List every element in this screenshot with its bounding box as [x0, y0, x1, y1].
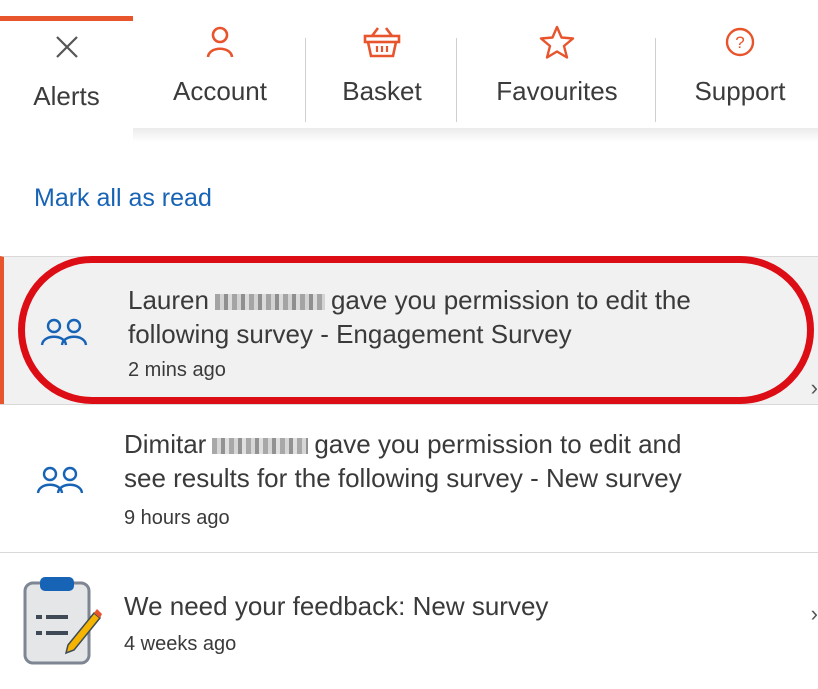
tab-account[interactable]: Account — [160, 16, 280, 134]
alert-message-line1: gave you permission to edit and — [314, 429, 682, 459]
alert-timestamp: 9 hours ago — [124, 507, 230, 529]
tab-divider — [456, 38, 457, 122]
tab-alerts[interactable]: Alerts — [0, 16, 133, 139]
users-icon — [40, 317, 90, 352]
tab-label: Alerts — [33, 81, 100, 111]
alert-timestamp: 2 mins ago — [128, 359, 226, 381]
tab-label: Account — [173, 76, 267, 106]
chevron-right-icon: › — [810, 601, 818, 626]
tab-label: Basket — [342, 76, 422, 106]
top-tab-bar: Alerts Account Basket Favourites ? Suppo… — [0, 0, 818, 142]
chevron-right-icon: › — [810, 375, 818, 400]
alert-message-line1: gave you permission to edit the — [330, 285, 691, 315]
tab-favourites[interactable]: Favourites — [482, 16, 632, 134]
tab-basket[interactable]: Basket — [330, 16, 434, 134]
alert-message: Dimitar gave you permission to edit and s… — [124, 427, 682, 495]
mark-all-read-link[interactable]: Mark all as read — [34, 184, 212, 213]
alert-message: We need your feedback: New survey — [124, 591, 549, 621]
tab-label: Support — [694, 76, 786, 106]
alert-item[interactable]: Lauren gave you permission to edit the fo… — [0, 256, 818, 404]
alert-item[interactable]: We need your feedback: New survey 4 week… — [0, 552, 818, 689]
tab-divider — [305, 38, 306, 122]
alert-sender-name: Lauren — [128, 285, 209, 315]
tab-divider — [655, 38, 656, 122]
alert-sender-name: Dimitar — [124, 429, 207, 459]
alert-timestamp: 4 weeks ago — [124, 633, 237, 655]
alert-message-line2: see results for the following survey - N… — [124, 463, 682, 493]
clipboard-icon — [22, 575, 102, 672]
tab-support[interactable]: ? Support — [682, 16, 798, 134]
redacted-surname — [212, 438, 309, 455]
svg-text:?: ? — [735, 33, 744, 52]
alert-message: Lauren gave you permission to edit the fo… — [128, 283, 691, 351]
star-icon — [539, 16, 575, 68]
person-icon — [205, 16, 235, 68]
alert-item[interactable]: Dimitar gave you permission to edit and s… — [0, 404, 818, 553]
tab-label: Favourites — [496, 76, 618, 106]
close-icon[interactable] — [53, 21, 81, 73]
users-icon — [36, 465, 86, 500]
alert-message-line2: following survey - Engagement Survey — [128, 319, 572, 349]
redacted-surname — [214, 294, 325, 311]
basket-icon — [363, 16, 401, 68]
help-icon: ? — [724, 16, 756, 68]
